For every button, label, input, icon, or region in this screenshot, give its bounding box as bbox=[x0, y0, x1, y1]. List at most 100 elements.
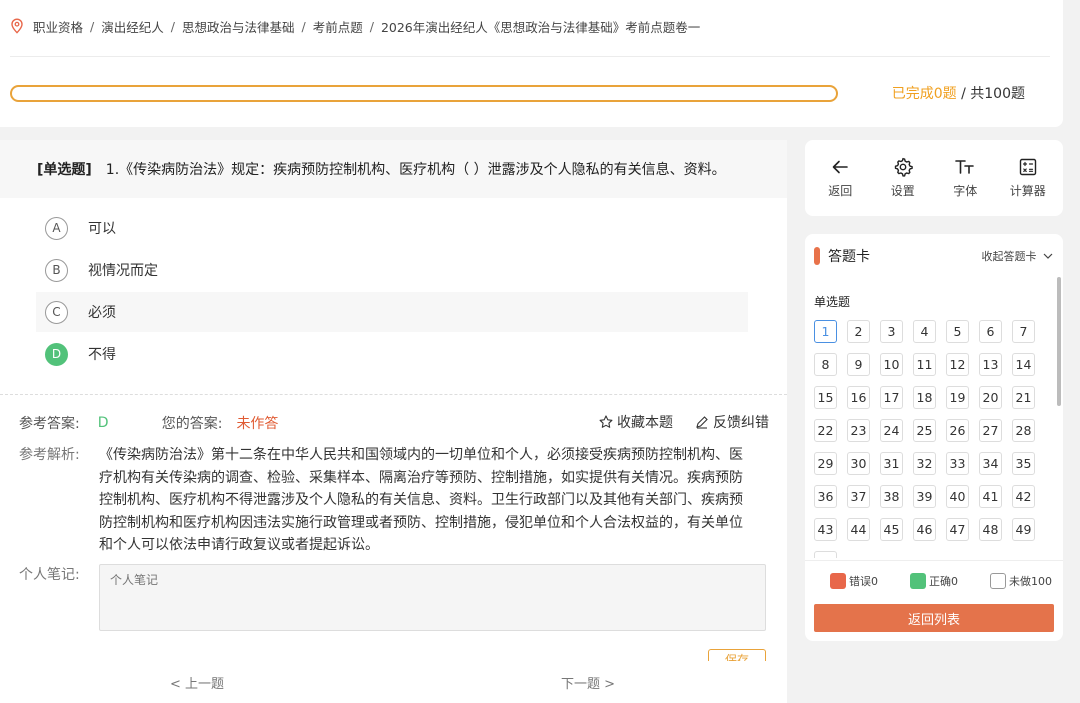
progress-done: 已完成0题 bbox=[891, 86, 957, 102]
settings-button[interactable]: 设置 bbox=[873, 157, 933, 199]
question-grid-viewport[interactable]: 1 2 3 4 5 6 7 8 9 10 11 12 13 14 15 16 17 18 19 20 21 22 23 24 2… bbox=[814, 320, 1058, 558]
question-number[interactable]: 27 bbox=[979, 419, 1002, 442]
question-number[interactable]: 43 bbox=[814, 518, 837, 541]
question-number[interactable]: 37 bbox=[847, 485, 870, 508]
question-number[interactable]: 33 bbox=[946, 452, 969, 475]
question-number[interactable]: 21 bbox=[1012, 386, 1035, 409]
edit-icon bbox=[696, 416, 708, 429]
accent-bar bbox=[814, 247, 820, 265]
question-number[interactable]: 29 bbox=[814, 452, 837, 475]
question-number[interactable]: 48 bbox=[979, 518, 1002, 541]
question-number[interactable]: 18 bbox=[913, 386, 936, 409]
question-number[interactable]: 46 bbox=[913, 518, 936, 541]
next-question-button[interactable]: 下一题 > bbox=[561, 673, 615, 692]
question-number[interactable]: 50 bbox=[814, 551, 837, 558]
option-a[interactable]: A 可以 bbox=[36, 208, 748, 248]
calculator-icon bbox=[1019, 157, 1037, 177]
question-number[interactable]: 3 bbox=[880, 320, 903, 343]
question-number[interactable]: 8 bbox=[814, 353, 837, 376]
question-number[interactable]: 41 bbox=[979, 485, 1002, 508]
analysis-text: 《传染病防治法》第十二条在中华人民共和国领域内的一切单位和个人，必须接受疾病预防… bbox=[99, 447, 743, 553]
question-number[interactable]: 40 bbox=[946, 485, 969, 508]
reference-answer-value: D bbox=[97, 415, 109, 431]
tool-label: 设置 bbox=[890, 184, 915, 198]
legend-label: 错误0 bbox=[849, 575, 878, 588]
question-number[interactable]: 7 bbox=[1012, 320, 1035, 343]
option-b[interactable]: B 视情况而定 bbox=[36, 250, 748, 290]
breadcrumb-item-category[interactable]: 考前点题 bbox=[313, 17, 363, 36]
question-number[interactable]: 28 bbox=[1012, 419, 1035, 442]
analysis-label: 参考解析: bbox=[19, 447, 80, 463]
question-number[interactable]: 10 bbox=[880, 353, 903, 376]
top-card: 职业资格 / 演出经纪人 / 思想政治与法律基础 / 考前点题 / 2026年演… bbox=[0, 0, 1063, 127]
question-number[interactable]: 35 bbox=[1012, 452, 1035, 475]
option-c[interactable]: C 必须 bbox=[36, 292, 748, 332]
question-number[interactable]: 26 bbox=[946, 419, 969, 442]
divider bbox=[0, 394, 787, 395]
save-note-button[interactable]: 保存 bbox=[708, 649, 766, 661]
question-number[interactable]: 22 bbox=[814, 419, 837, 442]
question-number[interactable]: 42 bbox=[1012, 485, 1035, 508]
question-number[interactable]: 12 bbox=[946, 353, 969, 376]
question-number[interactable]: 9 bbox=[847, 353, 870, 376]
legend-label: 未做100 bbox=[1009, 575, 1052, 588]
question-number[interactable]: 47 bbox=[946, 518, 969, 541]
favorite-button[interactable]: 收藏本题 bbox=[599, 412, 673, 432]
question-number[interactable]: 24 bbox=[880, 419, 903, 442]
breadcrumb-item-subject[interactable]: 思想政治与法律基础 bbox=[182, 17, 295, 36]
breadcrumb-separator: / bbox=[369, 18, 374, 34]
answer-sheet: 答题卡 收起答题卡 单选题 1 2 3 4 5 6 7 8 9 10 11 12 13 14 15 16 17 1… bbox=[805, 234, 1063, 641]
chevron-down-icon bbox=[1043, 253, 1053, 259]
breadcrumb-item-qualification[interactable]: 职业资格 bbox=[33, 17, 83, 36]
question-number[interactable]: 20 bbox=[979, 386, 1002, 409]
question-number[interactable]: 25 bbox=[913, 419, 936, 442]
question-number[interactable]: 45 bbox=[880, 518, 903, 541]
question-number[interactable]: 2 bbox=[847, 320, 870, 343]
notes-input[interactable] bbox=[99, 564, 766, 631]
question-number[interactable]: 49 bbox=[1012, 518, 1035, 541]
question-number[interactable]: 32 bbox=[913, 452, 936, 475]
collapse-sheet-button[interactable]: 收起答题卡 bbox=[982, 248, 1054, 264]
question-number[interactable]: 23 bbox=[847, 419, 870, 442]
question-number[interactable]: 6 bbox=[979, 320, 1002, 343]
option-d[interactable]: D 不得 bbox=[36, 334, 748, 374]
question-number[interactable]: 16 bbox=[847, 386, 870, 409]
collapse-label: 收起答题卡 bbox=[981, 250, 1037, 263]
feedback-button[interactable]: 反馈纠错 bbox=[695, 412, 769, 432]
legend-item: 错误0 bbox=[830, 573, 878, 589]
question-number[interactable]: 30 bbox=[847, 452, 870, 475]
question-number[interactable]: 44 bbox=[847, 518, 870, 541]
question-number[interactable]: 39 bbox=[913, 485, 936, 508]
calculator-button[interactable]: 计算器 bbox=[998, 157, 1058, 199]
legend-swatch bbox=[990, 573, 1006, 589]
question-number[interactable]: 11 bbox=[913, 353, 936, 376]
question-number[interactable]: 31 bbox=[880, 452, 903, 475]
question-number[interactable]: 4 bbox=[913, 320, 936, 343]
question-number[interactable]: 17 bbox=[880, 386, 903, 409]
reference-answer-label: 参考答案: bbox=[19, 416, 80, 432]
back-to-list-button[interactable]: 返回列表 bbox=[814, 604, 1054, 632]
question-number[interactable]: 5 bbox=[946, 320, 969, 343]
question-number-current[interactable]: 1 bbox=[814, 320, 837, 343]
question-number[interactable]: 14 bbox=[1012, 353, 1035, 376]
question-grid: 1 2 3 4 5 6 7 8 9 10 11 12 13 14 15 16 17 18 19 20 21 22 23 24 2… bbox=[814, 320, 1058, 558]
section-title: 单选题 bbox=[814, 295, 851, 309]
font-button[interactable]: 字体 bbox=[935, 157, 995, 199]
breadcrumb-item-agent[interactable]: 演出经纪人 bbox=[101, 17, 164, 36]
scrollbar[interactable] bbox=[1057, 277, 1061, 406]
breadcrumb-separator: / bbox=[301, 18, 306, 34]
question-number[interactable]: 19 bbox=[946, 386, 969, 409]
question-number[interactable]: 13 bbox=[979, 353, 1002, 376]
back-button[interactable]: 返回 bbox=[810, 157, 870, 199]
prev-question-button[interactable]: < 上一题 bbox=[170, 673, 224, 692]
question-number[interactable]: 34 bbox=[979, 452, 1002, 475]
option-text: 视情况而定 bbox=[88, 263, 158, 279]
breadcrumb-item-paper: 2026年演出经纪人《思想政治与法律基础》考前点题卷一 bbox=[380, 19, 701, 35]
question-number[interactable]: 36 bbox=[814, 485, 837, 508]
question-number[interactable]: 38 bbox=[880, 485, 903, 508]
font-size-icon bbox=[955, 157, 975, 177]
question-number[interactable]: 15 bbox=[814, 386, 837, 409]
legend-swatch bbox=[830, 573, 846, 589]
progress-text: 已完成0题 / 共100题 bbox=[892, 83, 1025, 103]
progress-bar bbox=[10, 85, 838, 102]
